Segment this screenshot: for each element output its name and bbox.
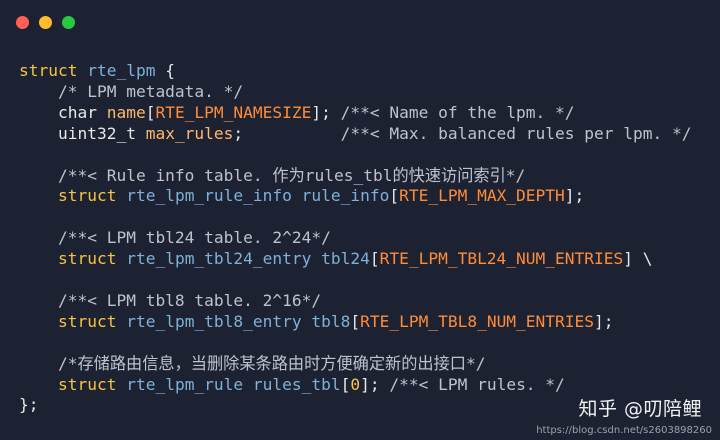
watermark: 知乎 @叨陪鲤 xyxy=(578,398,702,420)
type-name: rte_lpm_rule rules_tbl xyxy=(116,374,341,394)
comment: /*存储路由信息，当删除某条路由时方便确定新的出接口*/ xyxy=(19,353,486,373)
comment: /**< LPM tbl24 table. 2^24*/ xyxy=(19,228,331,248)
keyword: char xyxy=(19,102,97,122)
type-name: rte_lpm xyxy=(77,61,156,80)
minimize-icon[interactable] xyxy=(39,16,52,29)
type-name: rte_lpm_tbl24_entry tbl24 xyxy=(116,249,370,269)
type-name: rte_lpm_tbl8_entry tbl8 xyxy=(116,311,351,331)
macro: RTE_LPM_TBL24_NUM_ENTRIES xyxy=(379,249,624,269)
code-window: struct rte_lpm { /* LPM metadata. */ cha… xyxy=(0,0,720,440)
code-line: struct rte_lpm_tbl24_entry tbl24[RTE_LPM… xyxy=(19,249,653,269)
comment: /* LPM metadata. */ xyxy=(19,81,244,101)
macro: RTE_LPM_MAX_DEPTH xyxy=(399,186,565,206)
keyword: struct xyxy=(19,311,117,331)
code-line: /*存储路由信息，当删除某条路由时方便确定新的出接口*/ xyxy=(19,354,691,375)
code-line: /**< Rule info table. 作为rules_tbl的快速访问索引… xyxy=(19,166,691,187)
code-line: /**< LPM tbl8 table. 2^16*/ xyxy=(19,291,691,312)
punctuation: }; xyxy=(19,395,39,415)
keyword: uint32_t xyxy=(19,123,136,143)
macro: RTE_LPM_TBL8_NUM_ENTRIES xyxy=(360,311,595,331)
type-name: rte_lpm_rule_info rule_info xyxy=(116,186,390,206)
keyword: struct xyxy=(19,186,117,206)
keyword: struct xyxy=(19,61,78,80)
code-line: struct rte_lpm_rule_info rule_info[RTE_L… xyxy=(19,186,585,206)
comment: /**< LPM rules. */ xyxy=(379,374,565,394)
number-literal: 0 xyxy=(350,374,361,394)
code-block: struct rte_lpm { /* LPM metadata. */ cha… xyxy=(19,61,691,416)
comment: /**< Name of the lpm. */ xyxy=(330,102,575,122)
maximize-icon[interactable] xyxy=(62,16,75,29)
keyword: struct xyxy=(19,374,117,394)
close-icon[interactable] xyxy=(16,16,29,29)
code-line: struct rte_lpm_tbl8_entry tbl8[RTE_LPM_T… xyxy=(19,311,614,331)
code-line: /**< LPM tbl24 table. 2^24*/ xyxy=(19,228,691,249)
code-line: struct rte_lpm_rule rules_tbl[0]; /**< L… xyxy=(19,374,565,394)
punctuation: { xyxy=(155,61,175,80)
watermark-url: https://blog.csdn.net/s2603898260 xyxy=(536,425,712,436)
code-line: uint32_t max_rules; /**< Max. balanced r… xyxy=(19,123,692,143)
field-name: max_rules xyxy=(145,123,234,143)
code-line: /* LPM metadata. */ xyxy=(19,82,691,103)
window-controls xyxy=(16,16,75,29)
keyword: struct xyxy=(19,249,117,269)
code-line: char name[RTE_LPM_NAMESIZE]; /**< Name o… xyxy=(19,102,575,122)
comment: /**< LPM tbl8 table. 2^16*/ xyxy=(19,290,322,310)
comment: /**< Max. balanced rules per lpm. */ xyxy=(243,123,692,143)
comment: /**< Rule info table. 作为rules_tbl的快速访问索引… xyxy=(19,165,526,185)
field-name: name xyxy=(106,102,146,122)
code-line: struct rte_lpm { xyxy=(19,61,691,82)
macro: RTE_LPM_NAMESIZE xyxy=(155,102,312,122)
